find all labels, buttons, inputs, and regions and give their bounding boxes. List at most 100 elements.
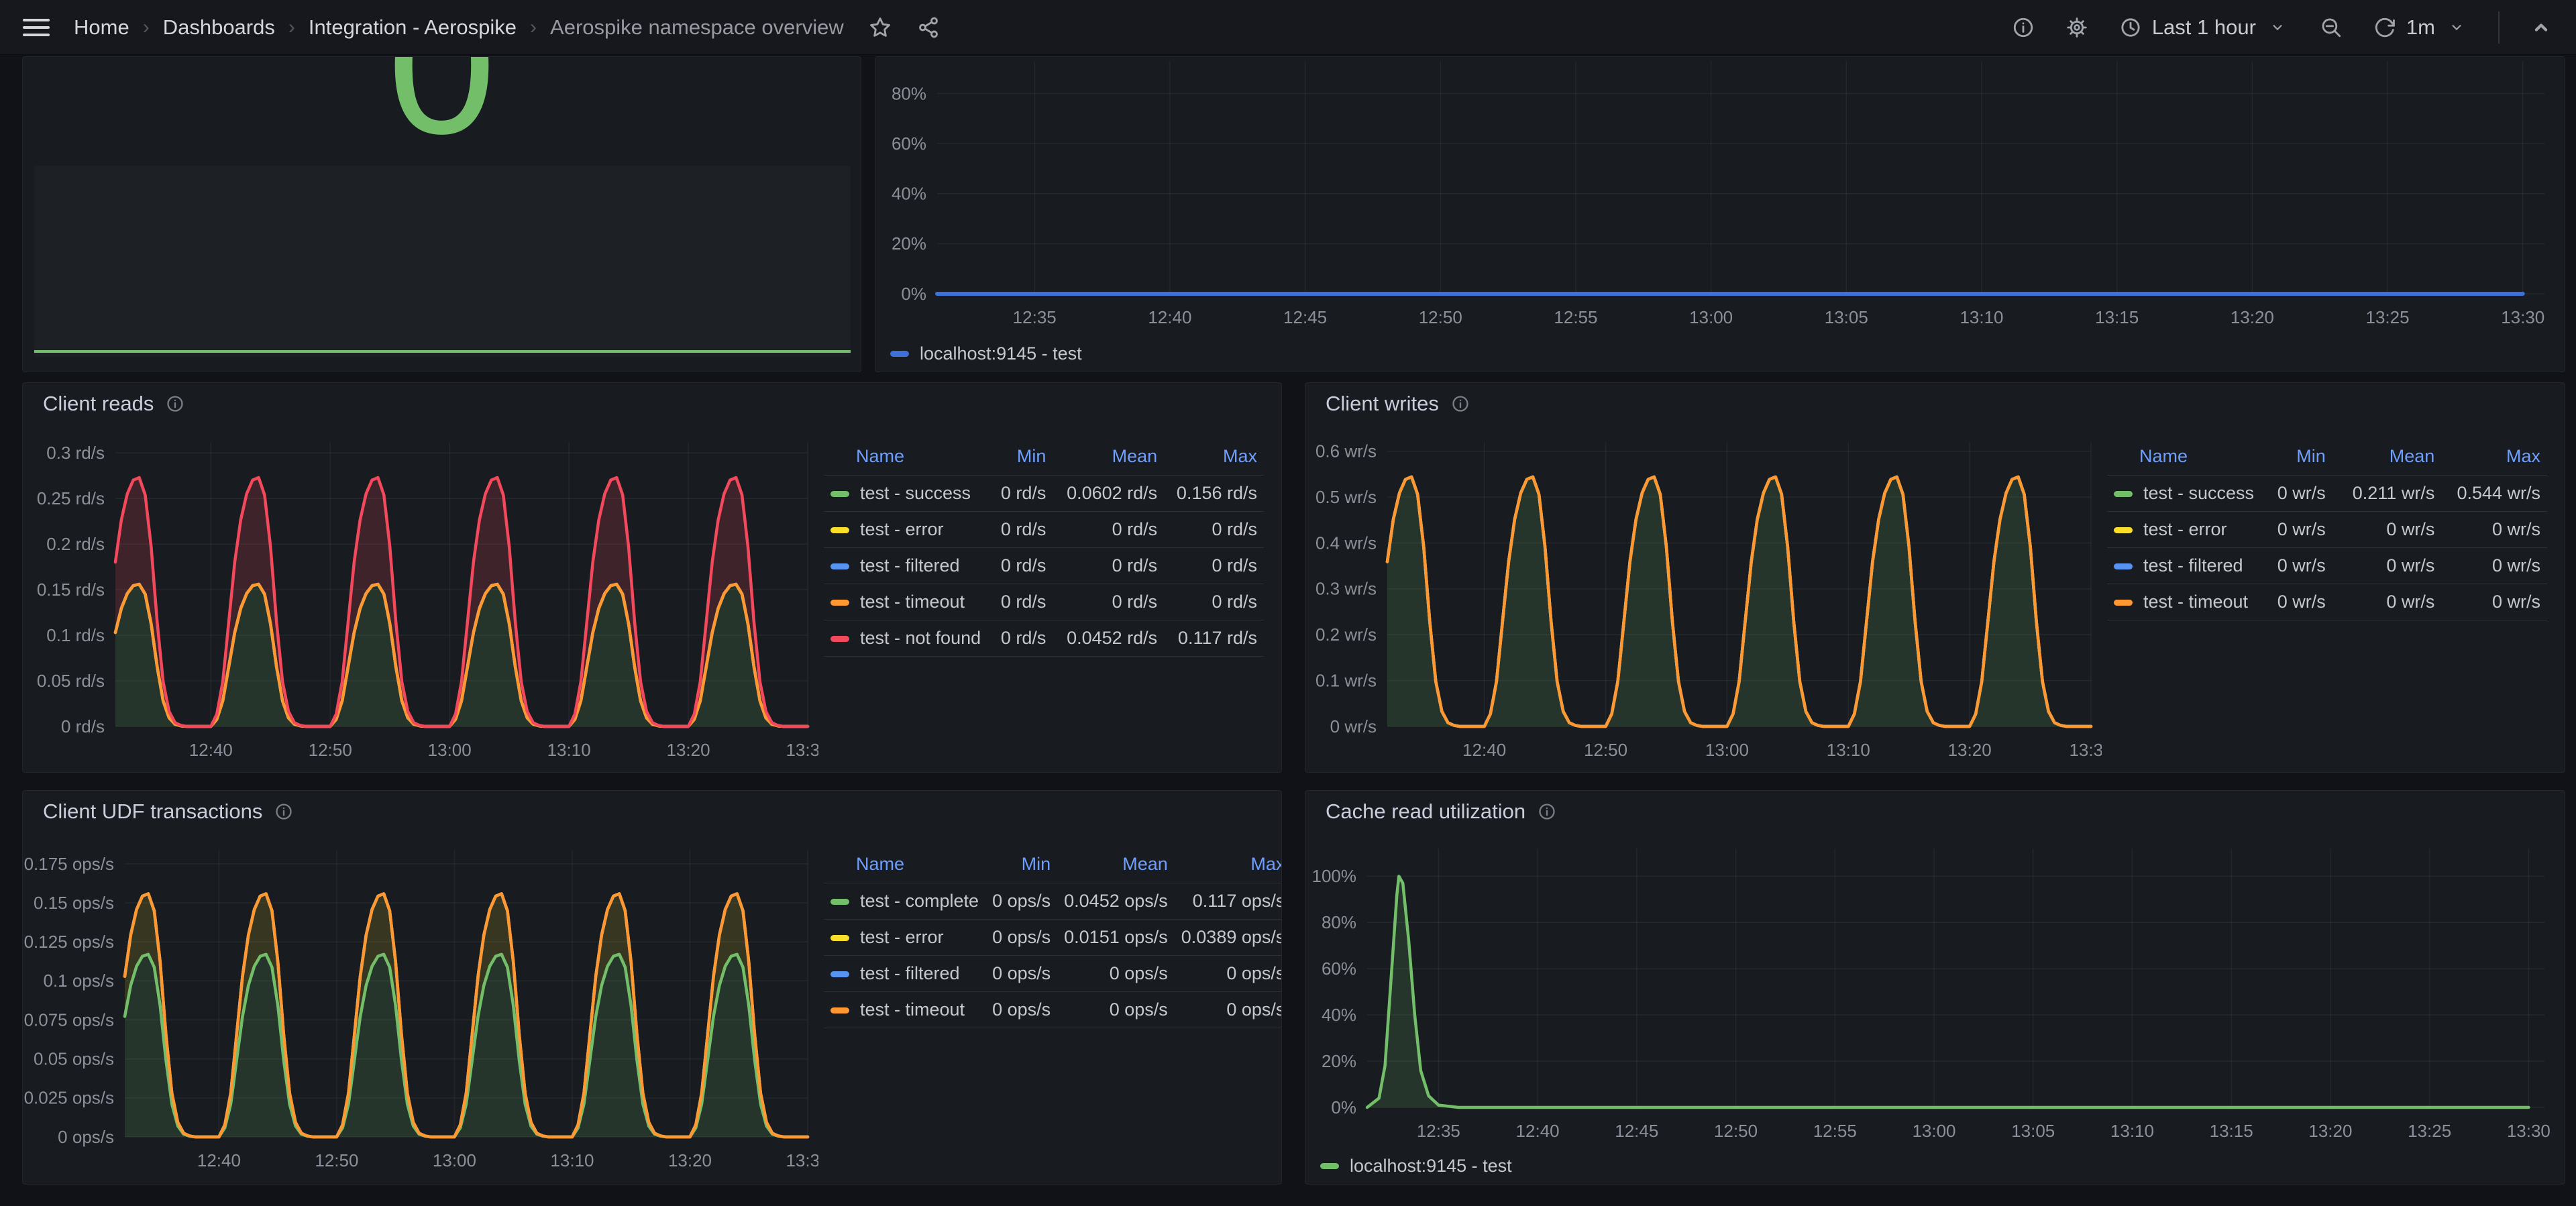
- breadcrumb-folder[interactable]: Integration - Aerospike: [309, 15, 517, 40]
- legend-row[interactable]: test - error0 rd/s0 rd/s0 rd/s: [824, 512, 1264, 548]
- legend-value-min: 0 rd/s: [987, 548, 1053, 584]
- info-icon[interactable]: [166, 394, 184, 413]
- writes-chart-svg[interactable]: 0 wr/s0.1 wr/s0.2 wr/s0.3 wr/s0.4 wr/s0.…: [1305, 425, 2102, 772]
- legend-value-mean: 0 wr/s: [2332, 584, 2442, 620]
- legend-row[interactable]: test - not found0 rd/s0.0452 rd/s0.117 r…: [824, 620, 1264, 657]
- axis-tick-label: 0.15 ops/s: [34, 893, 114, 913]
- dashboard-insights-button[interactable]: [2011, 15, 2035, 40]
- legend-value-min: 0 ops/s: [985, 992, 1057, 1028]
- axis-tick-label: 60%: [892, 133, 926, 154]
- legend-series-name[interactable]: test - error: [824, 920, 985, 956]
- refresh-dashboard-button[interactable]: [2373, 15, 2397, 40]
- clock-icon: [2118, 15, 2143, 40]
- stat-sparkline-area: [34, 166, 851, 357]
- legend-row[interactable]: test - error0 ops/s0.0151 ops/s0.0389 op…: [824, 920, 1281, 956]
- legend-column-header-name[interactable]: Name: [824, 846, 985, 883]
- cache-chart-svg[interactable]: 0%20%40%60%80%100%12:3512:4012:4512:5012…: [1305, 832, 2565, 1148]
- dashboard-settings-button[interactable]: [2065, 15, 2089, 40]
- axis-tick-label: 0%: [901, 284, 926, 304]
- info-icon[interactable]: [1451, 394, 1470, 413]
- collapse-nav-caret-button[interactable]: [2529, 15, 2553, 40]
- udf-chart-svg[interactable]: 0 ops/s0.025 ops/s0.05 ops/s0.075 ops/s0…: [23, 832, 818, 1184]
- chevron-down-icon[interactable]: [2445, 15, 2469, 40]
- legend-series-name[interactable]: test - filtered: [2107, 548, 2261, 584]
- stat-value: 0: [23, 56, 861, 163]
- percent-chart[interactable]: 0%20%40%60%80%12:3512:4012:4512:5012:551…: [875, 57, 2565, 335]
- percent-chart-svg[interactable]: 0%20%40%60%80%12:3512:4012:4512:5012:551…: [875, 57, 2565, 335]
- legend-series-name[interactable]: test - complete: [824, 883, 985, 920]
- zoom-out-time-button[interactable]: [2319, 15, 2343, 40]
- legend-swatch: [2114, 491, 2133, 497]
- refresh-interval-dropdown[interactable]: 1m: [2406, 15, 2435, 40]
- star-dashboard-button[interactable]: [868, 15, 892, 40]
- legend-series-name[interactable]: test - success: [2107, 476, 2261, 512]
- legend-row[interactable]: test - filtered0 rd/s0 rd/s0 rd/s: [824, 548, 1264, 584]
- legend-row[interactable]: test - timeout0 ops/s0 ops/s0 ops/s: [824, 992, 1281, 1028]
- axis-tick-label: 12:40: [1148, 307, 1191, 327]
- legend-swatch: [830, 971, 849, 977]
- legend-series-name[interactable]: test - filtered: [824, 548, 987, 584]
- client-writes-chart[interactable]: 0 wr/s0.1 wr/s0.2 wr/s0.3 wr/s0.4 wr/s0.…: [1305, 425, 2102, 772]
- legend-row[interactable]: test - timeout0 rd/s0 rd/s0 rd/s: [824, 584, 1264, 620]
- legend-column-header-name[interactable]: Name: [2107, 438, 2261, 476]
- legend-series-name[interactable]: test - success: [824, 476, 987, 512]
- axis-tick-label: 13:10: [547, 740, 591, 760]
- legend-row[interactable]: test - success0 rd/s0.0602 rd/s0.156 rd/…: [824, 476, 1264, 512]
- legend-row[interactable]: test - timeout0 wr/s0 wr/s0 wr/s: [2107, 584, 2547, 620]
- legend-value-min: 0 rd/s: [987, 620, 1053, 657]
- panel-header[interactable]: Client UDF transactions: [23, 791, 1281, 832]
- legend-series-name[interactable]: test - timeout: [824, 584, 987, 620]
- cache-read-chart[interactable]: 0%20%40%60%80%100%12:3512:4012:4512:5012…: [1305, 832, 2565, 1148]
- legend-column-header-max[interactable]: Max: [1164, 438, 1264, 476]
- legend-column-header-min[interactable]: Min: [987, 438, 1053, 476]
- axis-tick-label: 13:15: [2095, 307, 2139, 327]
- legend-column-header-max[interactable]: Max: [1175, 846, 1281, 883]
- legend-series-name[interactable]: test - filtered: [824, 956, 985, 992]
- client-udf-chart[interactable]: 0 ops/s0.025 ops/s0.05 ops/s0.075 ops/s0…: [23, 832, 818, 1184]
- panel-header[interactable]: Cache read utilization: [1305, 791, 2565, 832]
- info-icon[interactable]: [1538, 802, 1556, 821]
- legend-series-name[interactable]: test - error: [824, 512, 987, 548]
- panel-header[interactable]: Client reads: [23, 383, 1281, 425]
- legend-column-header-name[interactable]: Name: [824, 438, 987, 476]
- panel-header[interactable]: Client writes: [1305, 383, 2565, 425]
- stat-panel[interactable]: 0: [22, 56, 861, 372]
- legend-series-name[interactable]: test - timeout: [824, 992, 985, 1028]
- legend-item[interactable]: localhost:9145 - test: [875, 335, 2565, 372]
- legend-value-max: 0 wr/s: [2441, 548, 2547, 584]
- legend-column-header-mean[interactable]: Mean: [1053, 438, 1164, 476]
- series-line[interactable]: [1367, 876, 2528, 1107]
- share-dashboard-button[interactable]: [916, 15, 941, 40]
- time-range-picker[interactable]: Last 1 hour: [2118, 15, 2290, 40]
- axis-tick-label: 0.3 wr/s: [1316, 579, 1377, 599]
- breadcrumb-home[interactable]: Home: [74, 15, 129, 40]
- legend-series-name[interactable]: test - not found: [824, 620, 987, 657]
- legend-column-header-min[interactable]: Min: [2261, 438, 2332, 476]
- legend-series-name[interactable]: test - timeout: [2107, 584, 2261, 620]
- legend-series-name[interactable]: test - error: [2107, 512, 2261, 548]
- legend-row[interactable]: test - success0 wr/s0.211 wr/s0.544 wr/s: [2107, 476, 2547, 512]
- legend-column-header-min[interactable]: Min: [985, 846, 1057, 883]
- axis-tick-label: 0.4 wr/s: [1316, 533, 1377, 553]
- legend-column-header-max[interactable]: Max: [2441, 438, 2547, 476]
- legend-column-header-mean[interactable]: Mean: [2332, 438, 2442, 476]
- legend-value-mean: 0 ops/s: [1057, 992, 1175, 1028]
- legend-item[interactable]: localhost:9145 - test: [1305, 1148, 2565, 1184]
- legend-row[interactable]: test - filtered0 ops/s0 ops/s0 ops/s: [824, 956, 1281, 992]
- menu-toggle-button[interactable]: [23, 19, 50, 36]
- breadcrumb-dashboards[interactable]: Dashboards: [163, 15, 275, 40]
- top-nav-bar: Home › Dashboards › Integration - Aerosp…: [0, 0, 2576, 55]
- client-reads-chart[interactable]: 0 rd/s0.05 rd/s0.1 rd/s0.15 rd/s0.2 rd/s…: [23, 425, 818, 772]
- legend-row[interactable]: test - complete0 ops/s0.0452 ops/s0.117 …: [824, 883, 1281, 920]
- legend-column-header-mean[interactable]: Mean: [1057, 846, 1175, 883]
- axis-tick-label: 13:05: [1825, 307, 1868, 327]
- breadcrumb-separator: ›: [288, 16, 295, 39]
- info-icon[interactable]: [274, 802, 293, 821]
- legend-swatch: [830, 636, 849, 642]
- legend-swatch: [1320, 1163, 1339, 1169]
- axis-tick-label: 40%: [1322, 1005, 1356, 1025]
- legend-row[interactable]: test - error0 wr/s0 wr/s0 wr/s: [2107, 512, 2547, 548]
- legend-row[interactable]: test - filtered0 wr/s0 wr/s0 wr/s: [2107, 548, 2547, 584]
- reads-chart-svg[interactable]: 0 rd/s0.05 rd/s0.1 rd/s0.15 rd/s0.2 rd/s…: [23, 425, 818, 772]
- axis-tick-label: 0.2 rd/s: [46, 534, 105, 554]
